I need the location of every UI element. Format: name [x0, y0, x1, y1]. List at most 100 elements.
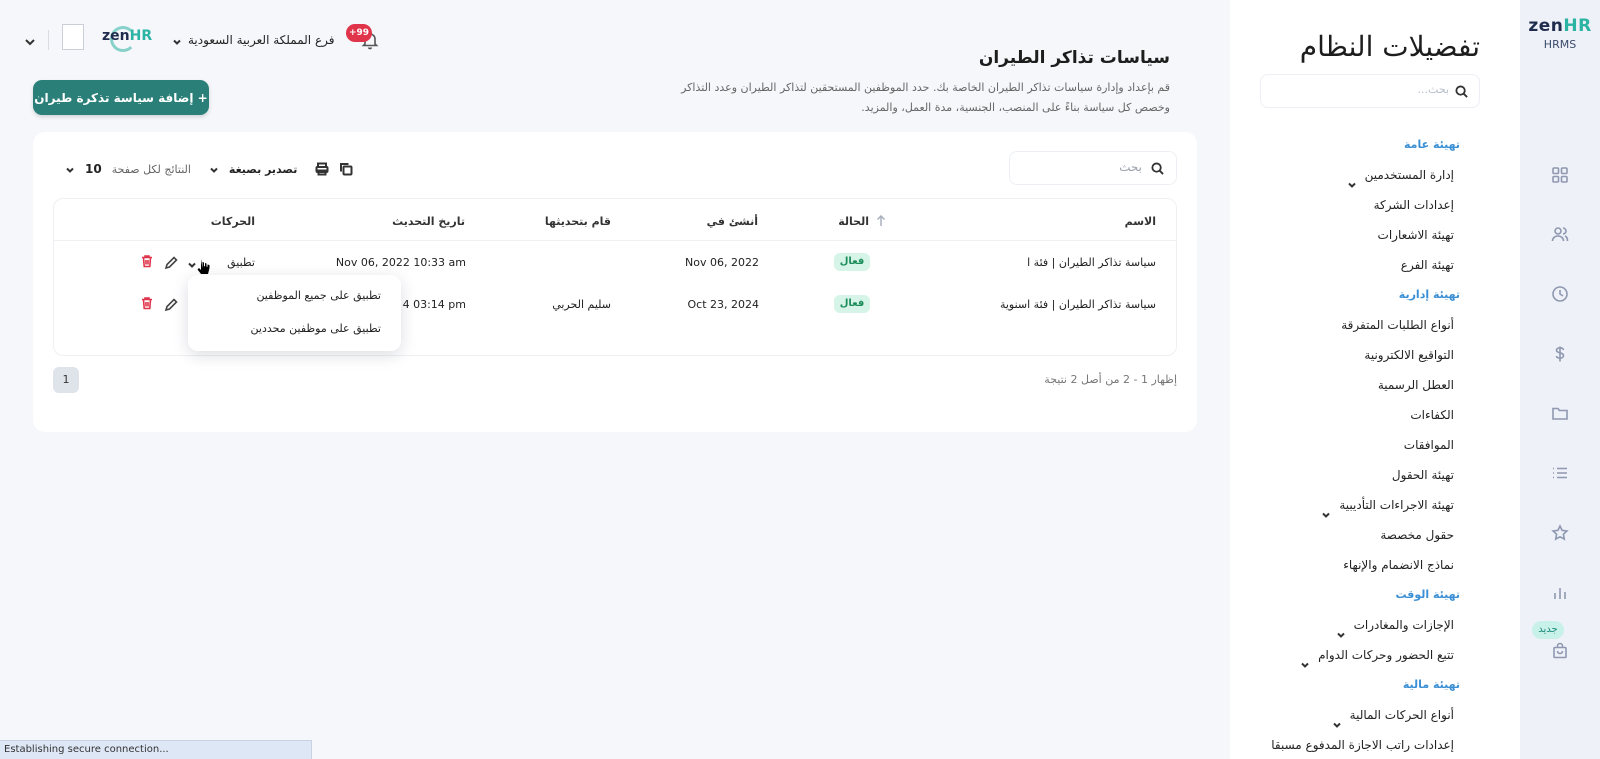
cell-updated-at: Nov 06, 2022 10:33 am — [335, 256, 466, 269]
sidebar-item-label: الكفاءات — [1410, 408, 1454, 422]
sidebar-item[interactable]: الكفاءات — [1240, 400, 1460, 430]
sidebar-item-label: تهيئة عامة — [1404, 138, 1460, 151]
table-toolbar: 10 النتائج لكل صفحة تصدير بصيغة — [65, 160, 353, 178]
dashboard-icon[interactable] — [1551, 166, 1569, 184]
cell-name: سياسة تذاكر الطيران | فئة اسنوية — [999, 298, 1156, 311]
sidebar-item-label: الإجازات والمغادرات — [1353, 618, 1454, 632]
users-icon[interactable] — [1551, 225, 1569, 243]
export-dropdown[interactable]: تصدير بصيغة — [229, 163, 297, 176]
cell-updated-at: 4 03:14 pm — [402, 298, 466, 311]
sidebar-item-label: تتبع الحضور وحركات الدوام — [1318, 648, 1454, 662]
sidebar-item[interactable]: تهيئة الفرع — [1240, 250, 1460, 280]
avatar[interactable] — [62, 24, 84, 50]
folder-icon[interactable] — [1551, 404, 1569, 422]
settings-nav: تهيئة عامة إدارة المستخدمين إعدادات الشركة… — [1240, 130, 1460, 759]
per-page-chevron-icon[interactable] — [65, 164, 75, 174]
brand-logo[interactable]: zenHR HRMS — [1520, 16, 1600, 51]
chart-icon[interactable] — [1551, 584, 1569, 602]
nav-section-heading: تهيئة مالية — [1240, 670, 1460, 700]
settings-search[interactable] — [1260, 74, 1480, 108]
header-updated-by[interactable]: قام بتحديثها — [545, 215, 611, 228]
sidebar-item[interactable]: حقول مخصصة — [1240, 520, 1460, 550]
sidebar-item[interactable]: العطل الرسمية — [1240, 370, 1460, 400]
results-summary: إظهار 1 - 2 من أصل 2 نتيجة — [1044, 373, 1177, 386]
branch-selector[interactable]: فرع المملكة العربية السعودية — [188, 33, 334, 47]
dollar-icon[interactable] — [1551, 345, 1569, 363]
settings-title: تفضيلات النظام — [1299, 30, 1480, 63]
status-badge: فعال — [834, 295, 870, 313]
user-menu-chevron-icon[interactable] — [24, 36, 36, 48]
export-chevron-icon[interactable] — [209, 164, 219, 174]
chevron-down-icon[interactable] — [1300, 651, 1310, 668]
clock-icon[interactable] — [1551, 285, 1569, 303]
settings-search-input[interactable] — [1279, 83, 1449, 96]
sidebar-item[interactable]: أنواع الحركات المالية — [1240, 700, 1460, 730]
topbar-divider — [48, 30, 49, 50]
chevron-down-icon[interactable] — [1332, 711, 1342, 728]
per-page-label: النتائج لكل صفحة — [111, 162, 191, 176]
chevron-down-icon[interactable] — [1321, 501, 1331, 518]
sidebar-item[interactable]: إعدادات راتب الاجازة المدفوع مسبقا — [1240, 730, 1460, 759]
list-icon[interactable] — [1551, 464, 1569, 482]
sidebar-item[interactable]: التواقيع الالكترونية — [1240, 340, 1460, 370]
sidebar-item-label: حقول مخصصة — [1380, 528, 1454, 542]
chevron-down-icon[interactable] — [1347, 171, 1357, 188]
bag-icon[interactable] — [1551, 642, 1569, 660]
apply-menu: تطبيق على جميع الموظفين تطبيق على موظفين… — [188, 275, 401, 351]
icon-rail: zenHR HRMS جديد — [1520, 0, 1600, 759]
header-updated-at[interactable]: تاريخ التحديث — [392, 215, 465, 228]
delete-icon[interactable] — [140, 254, 154, 268]
sidebar-item[interactable]: تهيئة الاشعارات — [1240, 220, 1460, 250]
apply-dropdown[interactable]: تطبيق — [227, 256, 255, 269]
chevron-down-icon[interactable] — [1336, 621, 1346, 638]
cell-created: Nov 06, 2022 — [685, 256, 759, 269]
sidebar-item[interactable]: الإجازات والمغادرات — [1240, 610, 1460, 640]
per-page-select[interactable]: 10 — [85, 162, 102, 176]
apply-chevron-icon[interactable] — [187, 259, 197, 269]
header-divider — [54, 240, 1176, 241]
branch-chevron-icon[interactable] — [172, 36, 182, 46]
sidebar-item-label: تهيئة إدارية — [1398, 288, 1460, 301]
new-badge: جديد — [1532, 621, 1564, 639]
add-policy-button[interactable]: + إضافة سياسة تذكرة طيران — [33, 80, 209, 115]
apply-all-employees-option[interactable]: تطبيق على جميع الموظفين — [256, 289, 381, 302]
sidebar-item[interactable]: تهيئة الحقول — [1240, 460, 1460, 490]
table-search-input[interactable] — [1022, 160, 1142, 174]
sidebar-item-label: العطل الرسمية — [1377, 378, 1454, 392]
print-icon[interactable] — [315, 162, 329, 176]
settings-panel: تفضيلات النظام تهيئة عامة إدارة المستخدمي… — [1230, 0, 1520, 759]
sidebar-item-label: إدارة المستخدمين — [1364, 168, 1454, 182]
nav-section-heading: تهيئة عامة — [1240, 130, 1460, 160]
policies-card: 10 النتائج لكل صفحة تصدير بصيغة الاسم ال… — [33, 132, 1197, 432]
sidebar-item[interactable]: تتبع الحضور وحركات الدوام — [1240, 640, 1460, 670]
sidebar-item[interactable]: الموافقات — [1240, 430, 1460, 460]
sidebar-item-label: أنواع الطلبات المتفرقة — [1341, 318, 1454, 332]
edit-icon[interactable] — [164, 256, 178, 270]
sort-arrow-icon[interactable] — [876, 214, 886, 227]
header-created[interactable]: أنشئ في — [707, 215, 758, 228]
copy-icon[interactable] — [339, 162, 353, 176]
sidebar-item-label: تهيئة الاشعارات — [1377, 228, 1454, 242]
cell-name: سياسة تذاكر الطيران | فئة ا — [1027, 256, 1156, 269]
edit-icon[interactable] — [164, 298, 178, 312]
sidebar-item-label: إعدادات الشركة — [1373, 198, 1454, 212]
sidebar-item-label: إعدادات راتب الاجازة المدفوع مسبقا — [1271, 738, 1454, 752]
sidebar-item[interactable]: إدارة المستخدمين — [1240, 160, 1460, 190]
sidebar-item[interactable]: نماذج الانضمام والإنهاء — [1240, 550, 1460, 580]
sidebar-item[interactable]: أنواع الطلبات المتفرقة — [1240, 310, 1460, 340]
delete-icon[interactable] — [140, 296, 154, 310]
nav-section-heading: تهيئة إدارية — [1240, 280, 1460, 310]
page-description: قم بإعداد وإدارة سياسات تذاكر الطيران ال… — [681, 81, 1170, 114]
header-status[interactable]: الحالة — [838, 215, 869, 228]
sidebar-item[interactable]: تهيئة الاجراءات التأديبية — [1240, 490, 1460, 520]
apply-selected-employees-option[interactable]: تطبيق على موظفين محددين — [251, 322, 381, 335]
page-button-1[interactable]: 1 — [53, 367, 79, 393]
star-icon[interactable] — [1551, 524, 1569, 542]
header-name[interactable]: الاسم — [1125, 215, 1156, 228]
table-search[interactable] — [1009, 151, 1177, 185]
page-title: سياسات تذاكر الطيران — [978, 48, 1170, 68]
sidebar-item-label: تهيئة الفرع — [1400, 258, 1454, 272]
sidebar-item[interactable]: إعدادات الشركة — [1240, 190, 1460, 220]
sidebar-item-label: تهيئة مالية — [1402, 678, 1460, 691]
browser-status-bar: Establishing secure connection... — [0, 740, 312, 759]
